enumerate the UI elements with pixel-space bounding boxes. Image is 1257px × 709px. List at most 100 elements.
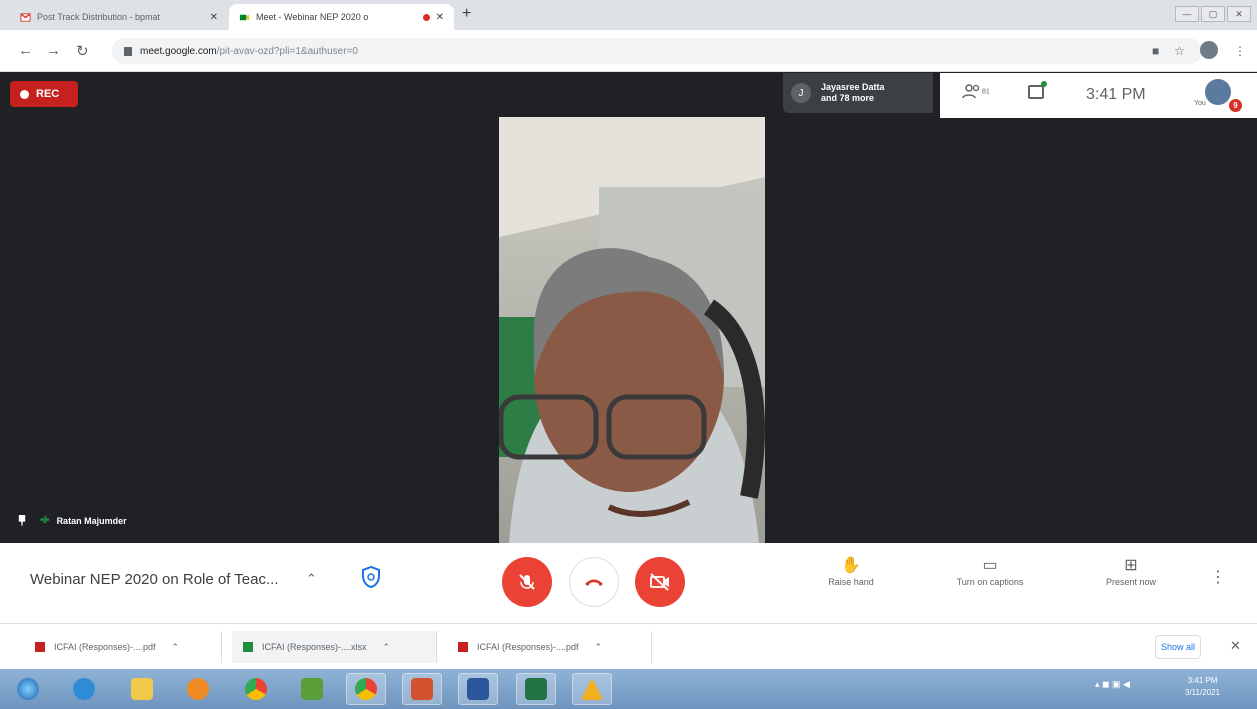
meeting-controls: Webinar NEP 2020 on Role of Teac... ⌃ ✋ … — [0, 543, 1257, 623]
download-item[interactable]: ICFAI (Responses)-....pdf ⌃ — [24, 631, 222, 663]
taskbar-ie[interactable] — [64, 673, 104, 705]
tab-title: Meet - Webinar NEP 2020 o — [256, 12, 369, 22]
chevron-up-icon[interactable]: ⌃ — [595, 642, 603, 653]
speaker-label: •ıl• Ratan Majumder — [18, 515, 127, 526]
raise-hand-button[interactable]: ✋ Raise hand — [806, 555, 896, 587]
back-icon[interactable]: ← — [18, 42, 33, 59]
chevron-up-icon[interactable]: ⌃ — [383, 642, 391, 653]
warning-icon — [581, 678, 603, 700]
meet-icon — [239, 14, 250, 20]
taskbar-chrome[interactable] — [236, 673, 276, 705]
self-avatar[interactable] — [1205, 79, 1231, 105]
camera-indicator-icon[interactable]: ■ — [1152, 44, 1159, 58]
mic-off-button[interactable] — [502, 557, 552, 607]
raise-hand-label: Raise hand — [828, 577, 874, 587]
excel-icon — [525, 678, 547, 700]
taskbar-word[interactable] — [458, 673, 498, 705]
taskbar-excel[interactable] — [516, 673, 556, 705]
chevron-up-icon[interactable]: ⌃ — [172, 642, 180, 653]
show-all-button[interactable]: Show all — [1155, 635, 1201, 659]
gmail-icon — [20, 12, 31, 22]
minimize-icon[interactable]: — — [1175, 6, 1199, 22]
app-icon — [301, 678, 323, 700]
people-glyph-icon — [962, 84, 980, 99]
address-bar-row: ← → ↻ meet.google.com /pit-avav-ozd?pli=… — [0, 30, 1257, 72]
url-path: /pit-avav-ozd?pli=1&authuser=0 — [216, 45, 358, 57]
participants-chip[interactable]: J Jayasree Datta and 78 more — [783, 73, 933, 113]
word-icon — [467, 678, 489, 700]
pin-icon[interactable] — [18, 515, 26, 526]
browser-menu-icon[interactable]: ⋮ — [1234, 44, 1246, 58]
window-controls: — ▢ ✕ — [1175, 6, 1251, 22]
close-tab-icon[interactable]: ✕ — [210, 12, 218, 23]
media-player-icon — [187, 678, 209, 700]
speaker-name: Ratan Majumder — [56, 515, 127, 526]
system-tray[interactable]: ▴ ◼ ▣ ◀ — [1095, 679, 1130, 690]
present-now-button[interactable]: ⊞ Present now — [1086, 555, 1176, 587]
people-count: 81 — [982, 88, 990, 96]
recording-badge: REC — [10, 81, 78, 107]
download-filename: ICFAI (Responses)-....xlsx — [262, 642, 367, 652]
bookmark-star-icon[interactable]: ☆ — [1174, 44, 1185, 58]
taskbar-warning-app[interactable] — [572, 673, 612, 705]
chat-icon[interactable] — [1028, 81, 1047, 99]
leave-call-button[interactable] — [569, 557, 619, 607]
taskbar-explorer[interactable] — [122, 673, 162, 705]
download-item[interactable]: ICFAI (Responses)-....pdf ⌃ — [447, 631, 652, 663]
audio-level-icon: •ıl• — [40, 515, 50, 526]
recording-indicator-icon — [422, 13, 430, 21]
participant-name: Jayasree Datta — [821, 82, 885, 92]
present-label: Present now — [1105, 577, 1157, 587]
pdf-file-icon — [35, 642, 45, 652]
shield-glyph-icon — [362, 565, 380, 589]
url-host: meet.google.com — [140, 45, 217, 57]
tab-gmail[interactable]: Post Track Distribution - bpmat ✕ — [10, 4, 228, 30]
maximize-icon[interactable]: ▢ — [1201, 6, 1225, 22]
forward-icon[interactable]: → — [46, 42, 61, 59]
captions-icon: ▭ — [982, 557, 998, 574]
download-filename: ICFAI (Responses)-....pdf — [54, 642, 156, 652]
new-tab-button[interactable]: + — [462, 5, 471, 23]
taskbar-app[interactable] — [292, 673, 332, 705]
tab-meet[interactable]: Meet - Webinar NEP 2020 o ✕ — [229, 4, 454, 30]
url-field[interactable]: meet.google.com /pit-avav-ozd?pli=1&auth… — [112, 38, 1202, 64]
close-tab-icon[interactable]: ✕ — [436, 12, 444, 23]
taskbar-time: 3:41 PM — [1187, 676, 1218, 685]
download-item[interactable]: ICFAI (Responses)-....xlsx ⌃ — [232, 631, 437, 663]
start-button[interactable] — [8, 673, 48, 705]
chrome-icon — [245, 678, 267, 700]
browser-tab-strip: Post Track Distribution - bpmat ✕ Meet -… — [0, 0, 1257, 30]
downloads-bar: ICFAI (Responses)-....pdf ⌃ ICFAI (Respo… — [0, 623, 1257, 669]
captions-button[interactable]: ▭ Turn on captions — [935, 555, 1045, 587]
meet-top-bar: 81 3:41 PM You 9 — [940, 73, 1257, 118]
meeting-title[interactable]: Webinar NEP 2020 on Role of Teac... — [30, 571, 279, 588]
taskbar-date: 3/11/2021 — [1185, 688, 1220, 697]
hand-icon: ✋ — [841, 557, 861, 574]
taskbar-powerpoint[interactable] — [402, 673, 442, 705]
close-window-icon[interactable]: ✕ — [1227, 6, 1251, 22]
notification-badge: 9 — [1229, 99, 1242, 112]
people-icon[interactable]: 81 — [962, 83, 990, 105]
you-label: You — [1194, 100, 1206, 107]
download-filename: ICFAI (Responses)-....pdf — [477, 642, 579, 652]
pdf-file-icon — [458, 642, 468, 652]
reload-icon[interactable]: ↻ — [76, 42, 89, 60]
camera-off-button[interactable] — [635, 557, 685, 607]
more-options-icon[interactable]: ⋮ — [1210, 567, 1226, 587]
rec-label: REC — [36, 88, 60, 100]
profile-avatar[interactable] — [1200, 41, 1218, 59]
taskbar-media[interactable] — [178, 673, 218, 705]
present-icon: ⊞ — [1124, 557, 1138, 574]
mic-off-icon — [519, 574, 535, 590]
tab-title: Post Track Distribution - bpmat — [37, 12, 161, 22]
chevron-up-icon[interactable]: ⌃ — [306, 571, 317, 587]
shield-icon[interactable] — [360, 565, 382, 589]
taskbar-chrome-active[interactable] — [346, 673, 386, 705]
record-dot-icon — [20, 89, 29, 99]
taskbar-clock[interactable]: 3:41 PM 3/11/2021 — [1185, 675, 1220, 699]
os-taskbar: ▴ ◼ ▣ ◀ 3:41 PM 3/11/2021 — [0, 669, 1257, 709]
chrome-icon — [355, 678, 377, 700]
speaker-video-image — [499, 117, 765, 543]
close-downloads-icon[interactable]: ✕ — [1230, 638, 1241, 654]
captions-label: Turn on captions — [956, 577, 1024, 587]
